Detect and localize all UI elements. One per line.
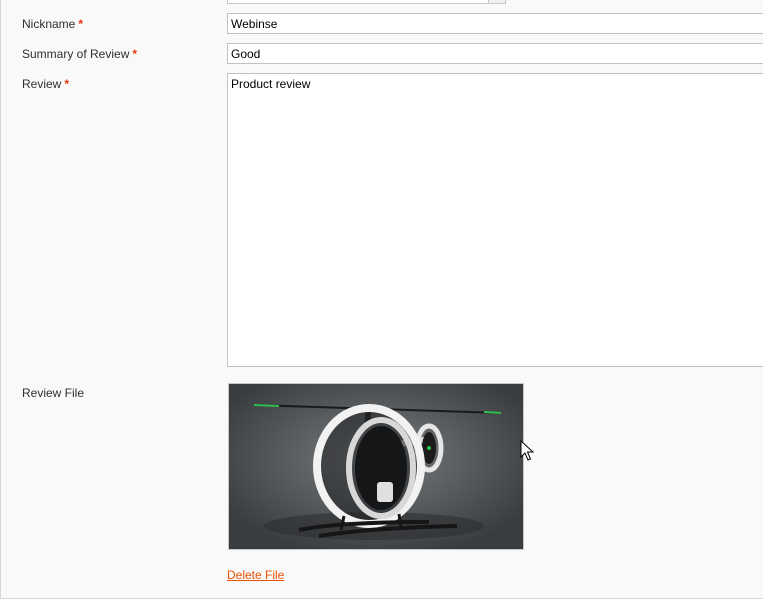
required-asterisk: * xyxy=(78,17,84,31)
helicopter-illustration xyxy=(229,384,523,549)
mouse-cursor-icon xyxy=(520,440,534,461)
summary-label: Summary of Review * xyxy=(22,47,137,61)
nickname-input[interactable] xyxy=(227,13,763,34)
nickname-label: Nickname * xyxy=(22,17,83,31)
review-file-label-text: Review File xyxy=(22,386,85,400)
delete-file-link[interactable]: Delete File xyxy=(227,568,284,582)
required-asterisk: * xyxy=(132,47,138,61)
review-label-text: Review xyxy=(22,77,62,91)
nickname-label-text: Nickname xyxy=(22,17,76,31)
review-file-label: Review File xyxy=(22,386,84,400)
review-textarea[interactable]: Product review xyxy=(227,73,763,367)
summary-input[interactable] xyxy=(227,43,763,64)
top-select-field[interactable] xyxy=(227,0,506,4)
required-asterisk: * xyxy=(64,77,70,91)
chevron-down-icon[interactable] xyxy=(488,0,505,3)
summary-label-text: Summary of Review xyxy=(22,47,130,61)
review-file-image xyxy=(228,383,524,550)
review-form-panel: Nickname* Summary of Review* Review* Pro… xyxy=(0,0,763,599)
review-label: Review * xyxy=(22,77,69,91)
